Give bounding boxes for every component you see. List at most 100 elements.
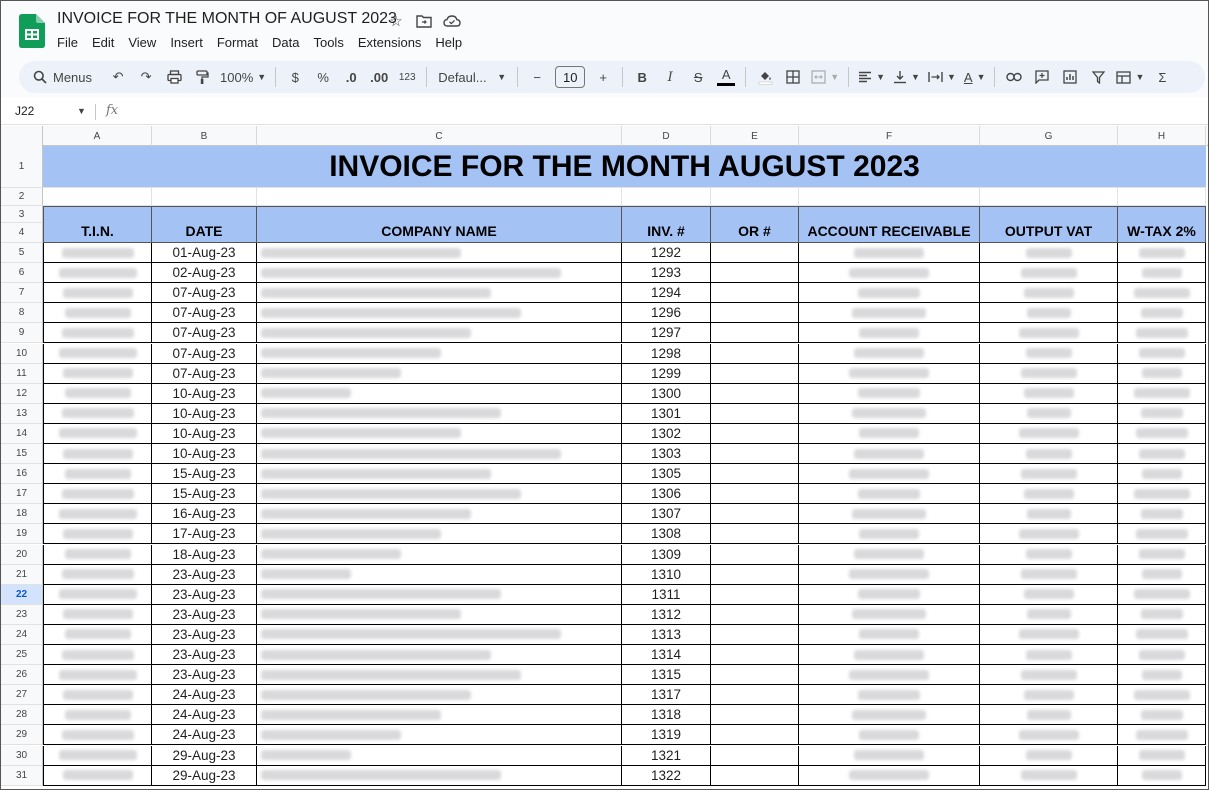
date-cell[interactable]: 15-Aug-23 [152,484,257,505]
row-header-18[interactable]: 18 [1,504,43,525]
tin-cell-redacted[interactable] [43,544,152,565]
tin-cell-redacted[interactable] [43,705,152,726]
date-cell[interactable]: 23-Aug-23 [152,624,257,645]
wtax-cell-redacted[interactable] [1118,343,1206,364]
tin-cell-redacted[interactable] [43,323,152,344]
or-number-cell[interactable] [711,544,799,565]
tin-cell-redacted[interactable] [43,524,152,545]
wtax-cell-redacted[interactable] [1118,283,1206,304]
menu-insert[interactable]: Insert [163,34,210,52]
date-cell[interactable]: 07-Aug-23 [152,283,257,304]
or-number-cell[interactable] [711,283,799,304]
row-header-17[interactable]: 17 [1,484,43,505]
column-title-2[interactable]: COMPANY NAME [257,206,622,243]
row-header-23[interactable]: 23 [1,604,43,625]
vertical-align-button[interactable]: ▼ [889,64,924,90]
increase-decimal-button[interactable]: .00 [365,64,393,90]
output-vat-cell-redacted[interactable] [980,283,1118,304]
column-header-e[interactable]: E [711,126,799,146]
tin-cell-redacted[interactable] [43,584,152,605]
chevron-down-icon[interactable]: ▼ [77,106,86,116]
row-header-21[interactable]: 21 [1,564,43,585]
tin-cell-redacted[interactable] [43,624,152,645]
italic-button[interactable]: I [656,64,684,90]
tin-cell-redacted[interactable] [43,283,152,304]
invoice-number-cell[interactable]: 1314 [622,645,711,666]
wtax-cell-redacted[interactable] [1118,725,1206,746]
company-name-cell-redacted[interactable] [257,363,622,384]
or-number-cell[interactable] [711,363,799,384]
or-number-cell[interactable] [711,303,799,324]
row-header-20[interactable]: 20 [1,544,43,565]
account-receivable-cell-redacted[interactable] [799,323,980,344]
create-filter-button[interactable] [1084,64,1112,90]
tin-cell-redacted[interactable] [43,504,152,525]
or-number-cell[interactable] [711,423,799,444]
output-vat-cell-redacted[interactable] [980,504,1118,525]
account-receivable-cell-redacted[interactable] [799,524,980,545]
output-vat-cell-redacted[interactable] [980,464,1118,485]
output-vat-cell-redacted[interactable] [980,685,1118,706]
row-header-27[interactable]: 27 [1,685,43,706]
account-receivable-cell-redacted[interactable] [799,423,980,444]
invoice-number-cell[interactable]: 1315 [622,665,711,686]
undo-button[interactable]: ↶ [104,64,132,90]
column-header-g[interactable]: G [980,126,1118,146]
tin-cell-redacted[interactable] [43,444,152,465]
cell[interactable] [257,188,622,206]
company-name-cell-redacted[interactable] [257,564,622,585]
or-number-cell[interactable] [711,564,799,585]
column-header-f[interactable]: F [799,126,980,146]
search-menus-button[interactable]: Menus [27,64,104,90]
row-header-28[interactable]: 28 [1,705,43,726]
or-number-cell[interactable] [711,504,799,525]
strikethrough-button[interactable]: S [684,64,712,90]
cell[interactable] [980,188,1118,206]
wtax-cell-redacted[interactable] [1118,323,1206,344]
wtax-cell-redacted[interactable] [1118,645,1206,666]
account-receivable-cell-redacted[interactable] [799,464,980,485]
redo-button[interactable]: ↷ [132,64,160,90]
merge-cells-button[interactable]: ▼ [807,64,843,90]
menu-edit[interactable]: Edit [85,34,121,52]
tin-cell-redacted[interactable] [43,745,152,766]
wtax-cell-redacted[interactable] [1118,544,1206,565]
company-name-cell-redacted[interactable] [257,584,622,605]
wtax-cell-redacted[interactable] [1118,765,1206,786]
or-number-cell[interactable] [711,243,799,264]
font-size-input[interactable]: 10 [555,66,586,88]
invoice-number-cell[interactable]: 1322 [622,765,711,786]
invoice-number-cell[interactable]: 1303 [622,444,711,465]
company-name-cell-redacted[interactable] [257,504,622,525]
invoice-number-cell[interactable]: 1321 [622,745,711,766]
tin-cell-redacted[interactable] [43,383,152,404]
output-vat-cell-redacted[interactable] [980,765,1118,786]
row-header-16[interactable]: 16 [1,464,43,485]
account-receivable-cell-redacted[interactable] [799,665,980,686]
company-name-cell-redacted[interactable] [257,484,622,505]
wtax-cell-redacted[interactable] [1118,243,1206,264]
account-receivable-cell-redacted[interactable] [799,584,980,605]
invoice-number-cell[interactable]: 1309 [622,544,711,565]
wtax-cell-redacted[interactable] [1118,444,1206,465]
date-cell[interactable]: 16-Aug-23 [152,504,257,525]
row-header-19[interactable]: 19 [1,524,43,545]
row-header-3[interactable]: 3 [1,206,43,223]
decrease-decimal-button[interactable]: .0 [337,64,365,90]
date-cell[interactable]: 07-Aug-23 [152,303,257,324]
row-header-29[interactable]: 29 [1,725,43,746]
account-receivable-cell-redacted[interactable] [799,303,980,324]
or-number-cell[interactable] [711,745,799,766]
invoice-number-cell[interactable]: 1317 [622,685,711,706]
company-name-cell-redacted[interactable] [257,243,622,264]
or-number-cell[interactable] [711,624,799,645]
account-receivable-cell-redacted[interactable] [799,725,980,746]
output-vat-cell-redacted[interactable] [980,423,1118,444]
tin-cell-redacted[interactable] [43,243,152,264]
or-number-cell[interactable] [711,484,799,505]
column-title-5[interactable]: ACCOUNT RECEIVABLE [799,206,980,243]
wtax-cell-redacted[interactable] [1118,403,1206,424]
wtax-cell-redacted[interactable] [1118,705,1206,726]
invoice-number-cell[interactable]: 1297 [622,323,711,344]
account-receivable-cell-redacted[interactable] [799,504,980,525]
